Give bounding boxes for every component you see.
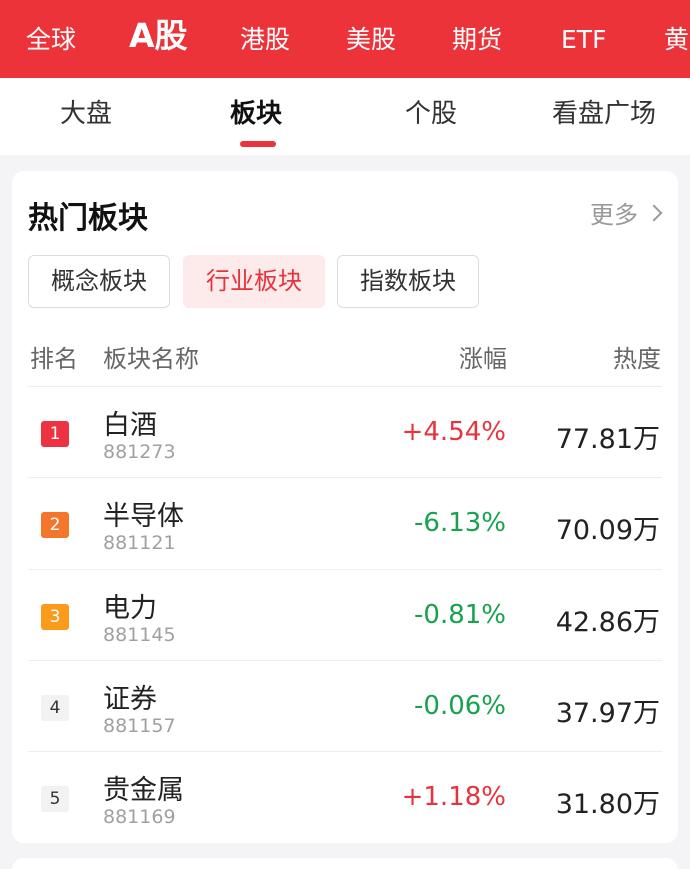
rank-badge: 1 <box>41 421 69 447</box>
change-percent: -6.13% <box>414 508 506 538</box>
sector-name: 证券 <box>103 684 157 715</box>
sector-code: 881121 <box>103 532 176 554</box>
header-change[interactable]: 涨幅 <box>459 339 507 374</box>
sector-code: 881169 <box>103 806 176 828</box>
table-row[interactable]: 1 白酒 881273 +4.54% 77.81万 <box>28 386 662 477</box>
header-rank: 排名 <box>30 345 78 373</box>
header-heat[interactable]: 热度 <box>613 339 661 374</box>
heat-value: 70.09万 <box>555 515 660 546</box>
sector-name: 电力 <box>103 593 157 624</box>
card-title: 热门板块 <box>28 201 148 236</box>
rank-badge: 5 <box>41 786 69 812</box>
heat-value: 37.97万 <box>555 698 660 729</box>
sector-code: 881157 <box>103 715 176 737</box>
market-tab-global[interactable]: 全球 <box>26 0 76 78</box>
heat-value: 77.81万 <box>555 424 660 455</box>
rank-badge: 2 <box>41 512 69 538</box>
market-tab-futures[interactable]: 期货 <box>452 0 502 78</box>
active-tab-indicator <box>240 141 276 147</box>
rank-badge: 3 <box>41 604 69 630</box>
chevron-right-icon <box>645 204 663 221</box>
market-tab-bar: 全球 A股 港股 美股 期货 ETF 黄 <box>0 0 690 78</box>
sector-name: 贵金属 <box>103 775 184 806</box>
hot-sectors-card: 热门板块 更多 概念板块 行业板块 指数板块 排名 板块名称 涨幅 热度 1 白… <box>12 171 678 843</box>
header-name[interactable]: 板块名称 <box>103 339 199 374</box>
sector-code: 881273 <box>103 441 176 463</box>
filter-concept[interactable]: 概念板块 <box>28 255 170 308</box>
rank-badge: 4 <box>41 695 69 721</box>
sector-code: 881145 <box>103 624 176 646</box>
filter-index[interactable]: 指数板块 <box>337 255 479 308</box>
market-tab-us[interactable]: 美股 <box>346 0 396 78</box>
sector-name: 白酒 <box>103 410 157 441</box>
sub-tab-market[interactable]: 大盘 <box>60 78 112 155</box>
market-tab-gold[interactable]: 黄 <box>664 0 689 78</box>
table-row[interactable]: 5 贵金属 881169 +1.18% 31.80万 <box>28 751 662 842</box>
heat-value: 31.80万 <box>555 789 660 820</box>
change-percent: -0.81% <box>414 600 506 630</box>
table-row[interactable]: 2 半导体 881121 -6.13% 70.09万 <box>28 477 662 568</box>
change-percent: +4.54% <box>401 417 506 447</box>
market-tab-hk[interactable]: 港股 <box>240 0 290 78</box>
sub-tab-stocks[interactable]: 个股 <box>405 78 457 155</box>
sub-tab-bar: 大盘 板块 个股 看盘广场 <box>0 78 690 155</box>
more-link[interactable]: 更多 <box>590 195 663 230</box>
change-percent: +1.18% <box>401 782 506 812</box>
change-percent: -0.06% <box>414 691 506 721</box>
sub-tab-plaza[interactable]: 看盘广场 <box>552 78 656 155</box>
filter-industry[interactable]: 行业板块 <box>183 255 325 308</box>
more-label: 更多 <box>590 201 638 229</box>
market-tab-a-share[interactable]: A股 <box>129 0 188 78</box>
market-tab-etf[interactable]: ETF <box>561 0 606 78</box>
next-card-edge <box>12 858 678 869</box>
table-row[interactable]: 4 证券 881157 -0.06% 37.97万 <box>28 660 662 751</box>
sector-name: 半导体 <box>103 501 184 532</box>
heat-value: 42.86万 <box>555 607 660 638</box>
table-row[interactable]: 3 电力 881145 -0.81% 42.86万 <box>28 569 662 660</box>
